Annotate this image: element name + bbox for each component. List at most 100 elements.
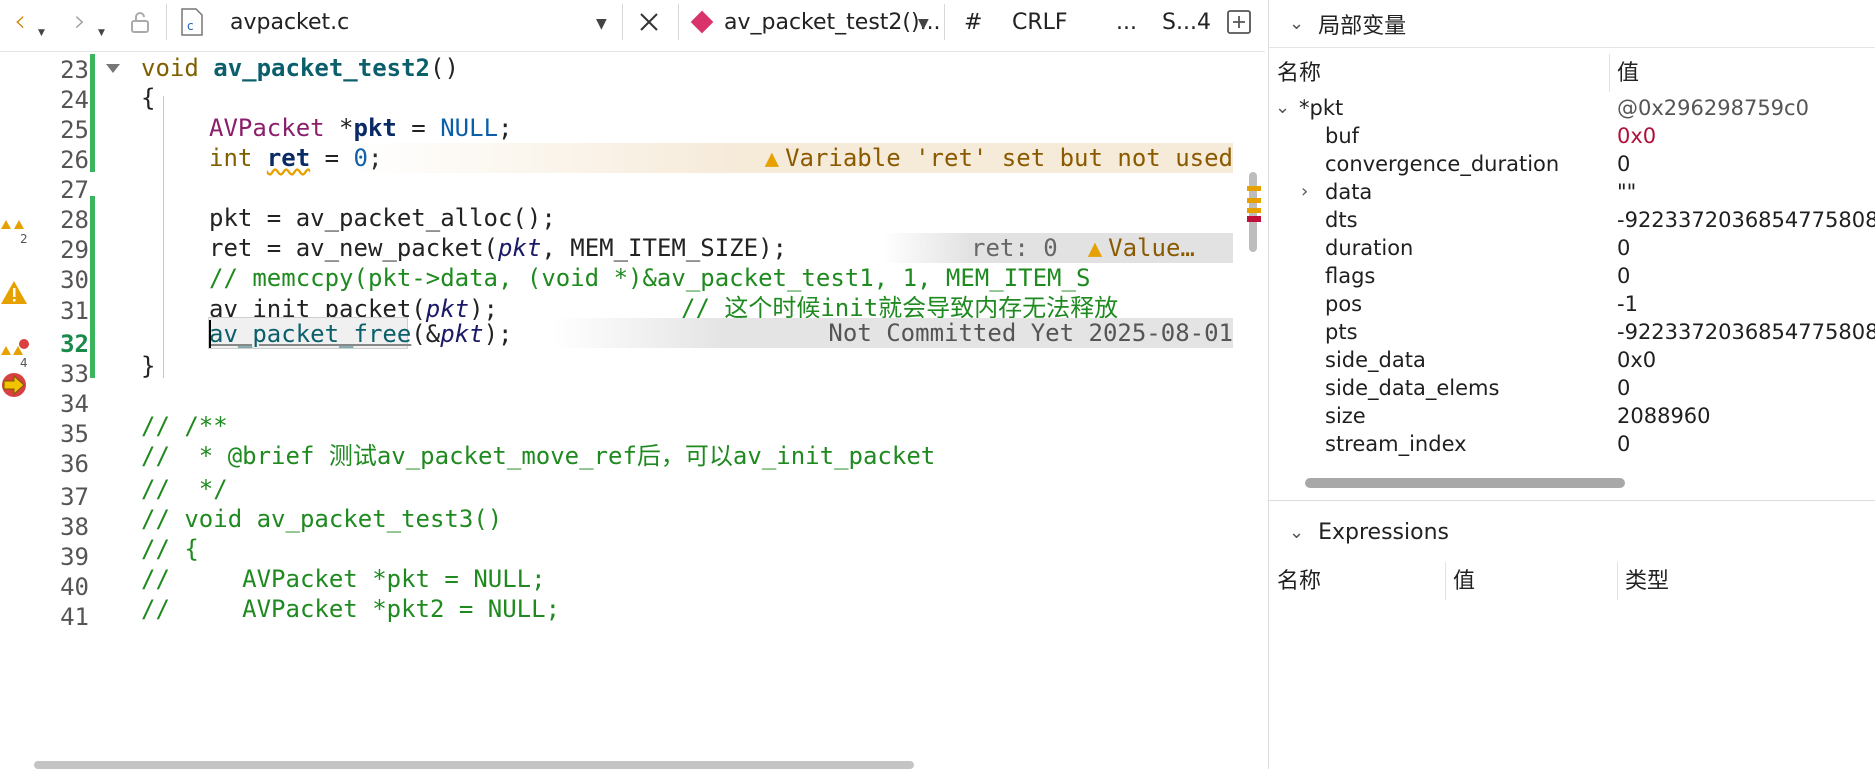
line-number[interactable]: 24: [60, 84, 89, 116]
line-number[interactable]: 29: [60, 234, 89, 266]
variable-value: 0: [1617, 432, 1631, 456]
locals-row[interactable]: ⌄ *pkt @0x296298759c0: [1269, 94, 1869, 122]
line-number[interactable]: 34: [60, 388, 89, 420]
locals-row[interactable]: duration 0: [1269, 234, 1869, 262]
warning-icon: ▲: [764, 144, 780, 172]
locals-row[interactable]: size 2088960: [1269, 402, 1869, 430]
line-number[interactable]: 30: [60, 264, 89, 296]
locals-header[interactable]: ⌄ 局部变量: [1269, 0, 1875, 48]
line-number[interactable]: 23: [60, 54, 89, 86]
code-line-33: }: [141, 352, 156, 380]
symbol-dropdown-icon[interactable]: ▼: [918, 16, 929, 32]
back-dropdown-icon[interactable]: ▼: [38, 28, 45, 38]
forward-dropdown-icon[interactable]: ▼: [98, 28, 105, 38]
line-number[interactable]: 32: [60, 328, 89, 360]
code-line-39: // {: [141, 535, 199, 563]
code-line-25: AVPacket *pkt = NULL;: [209, 114, 513, 142]
file-dropdown-icon[interactable]: ▼: [596, 16, 607, 32]
more-button[interactable]: ...: [1116, 0, 1137, 44]
column-value[interactable]: 值: [1617, 54, 1639, 94]
locals-row[interactable]: › data "": [1269, 178, 1869, 206]
locals-row[interactable]: dts -9223372036854775808: [1269, 206, 1875, 234]
variable-name: data: [1325, 180, 1373, 204]
symbol-selector[interactable]: av_packet_test2()...: [690, 0, 941, 44]
line-number[interactable]: 41: [60, 601, 89, 633]
toolbar-divider: [944, 4, 945, 40]
forward-button[interactable]: ›: [74, 0, 86, 44]
line-number[interactable]: 40: [60, 571, 89, 603]
code-line-30: // memccpy(pkt->data, (void *)&av_packet…: [209, 264, 1091, 292]
inline-warning-line-26[interactable]: ▲ Variable 'ret' set but not used: [353, 143, 1233, 173]
locals-row[interactable]: pos -1: [1269, 290, 1869, 318]
locals-row[interactable]: buf 0x0: [1269, 122, 1869, 150]
locals-horizontal-scrollbar[interactable]: [1305, 478, 1625, 488]
line-number[interactable]: 31: [60, 295, 89, 327]
variable-name: pts: [1325, 320, 1358, 344]
line-number[interactable]: 28: [60, 204, 89, 236]
debug-side-panel: ⌄ 局部变量 名称 值 ⌄ *pkt @0x296298759c0 buf 0x0 con…: [1268, 0, 1875, 769]
column-separator[interactable]: [1617, 562, 1618, 600]
toolbar-divider: [622, 4, 623, 40]
file-selector[interactable]: avpacket.c: [230, 0, 349, 44]
warning-count: 4: [20, 356, 28, 370]
code-line-29: ret = av_new_packet(pkt, MEM_ITEM_SIZE);: [209, 234, 787, 262]
variable-value: 0: [1617, 264, 1631, 288]
column-separator[interactable]: [1609, 54, 1610, 92]
column-separator[interactable]: [1445, 562, 1446, 600]
expand-chevron-right-icon[interactable]: ›: [1301, 178, 1308, 206]
toolbar-divider: [678, 4, 679, 40]
line-ending-button[interactable]: CRLF: [1012, 0, 1068, 44]
editor-vertical-scrollbar[interactable]: [1247, 52, 1261, 752]
line-number[interactable]: 36: [60, 448, 89, 480]
locals-row[interactable]: side_data_elems 0: [1269, 374, 1869, 402]
variable-value: -9223372036854775808: [1617, 208, 1875, 232]
line-number[interactable]: 26: [60, 144, 89, 176]
fold-arrow-icon[interactable]: [106, 64, 120, 73]
indent-guide: [163, 96, 164, 378]
editor-horizontal-scrollbar[interactable]: [34, 761, 914, 769]
code-line-38: // void av_packet_test3(): [141, 505, 503, 533]
indent-button[interactable]: S...4: [1162, 0, 1211, 44]
line-number[interactable]: 39: [60, 541, 89, 573]
warning-marker-line-29[interactable]: [0, 278, 34, 310]
warning-marker-line-31[interactable]: 4: [0, 338, 34, 370]
git-blame-line-32[interactable]: Not Committed Yet 2025-08-01: [553, 318, 1233, 348]
code-editor[interactable]: void av_packet_test2() { AVPacket *pkt =…: [133, 52, 1233, 752]
breakpoint-current-line-32[interactable]: [0, 370, 34, 402]
back-button[interactable]: ‹: [14, 0, 26, 44]
column-name[interactable]: 名称: [1277, 562, 1321, 602]
code-line-23: void av_packet_test2(): [141, 54, 459, 82]
locals-row[interactable]: side_data 0x0: [1269, 346, 1869, 374]
chevron-down-icon: ⌄: [1289, 521, 1305, 543]
more-label: ...: [1116, 9, 1137, 35]
line-number[interactable]: 37: [60, 481, 89, 513]
expand-chevron-down-icon[interactable]: ⌄: [1275, 94, 1290, 122]
hash-button[interactable]: #: [964, 0, 982, 44]
column-value[interactable]: 值: [1453, 562, 1475, 602]
column-type[interactable]: 类型: [1625, 562, 1669, 602]
split-editor-button[interactable]: [1226, 0, 1252, 44]
locals-row[interactable]: flags 0: [1269, 262, 1869, 290]
line-number[interactable]: 25: [60, 114, 89, 146]
inline-value-line-29[interactable]: ret: 0 ▲ Value…: [883, 233, 1233, 263]
lock-button[interactable]: [128, 0, 152, 44]
column-name[interactable]: 名称: [1277, 54, 1321, 94]
locals-tree[interactable]: ⌄ *pkt @0x296298759c0 buf 0x0 convergence_dur…: [1269, 94, 1875, 464]
expressions-header[interactable]: ⌄ Expressions: [1269, 508, 1875, 556]
line-number[interactable]: 27: [60, 174, 89, 206]
line-number[interactable]: 35: [60, 418, 89, 450]
locals-row[interactable]: convergence_duration 0: [1269, 150, 1869, 178]
close-document-button[interactable]: [638, 0, 660, 44]
code-line-24: {: [141, 84, 156, 112]
overview-warning-mark: [1247, 198, 1261, 203]
variable-name: buf: [1325, 124, 1360, 148]
locals-row[interactable]: stream_index 0: [1269, 430, 1869, 458]
variable-value: 0: [1617, 236, 1631, 260]
line-number[interactable]: 38: [60, 511, 89, 543]
warning-marker-line-26[interactable]: 2: [0, 216, 34, 248]
line-number[interactable]: 33: [60, 358, 89, 390]
variable-value: 0: [1617, 152, 1631, 176]
variable-value: -9223372036854775808: [1617, 320, 1875, 344]
locals-column-headers: 名称 值: [1269, 54, 1875, 94]
locals-row[interactable]: pts -9223372036854775808: [1269, 318, 1875, 346]
